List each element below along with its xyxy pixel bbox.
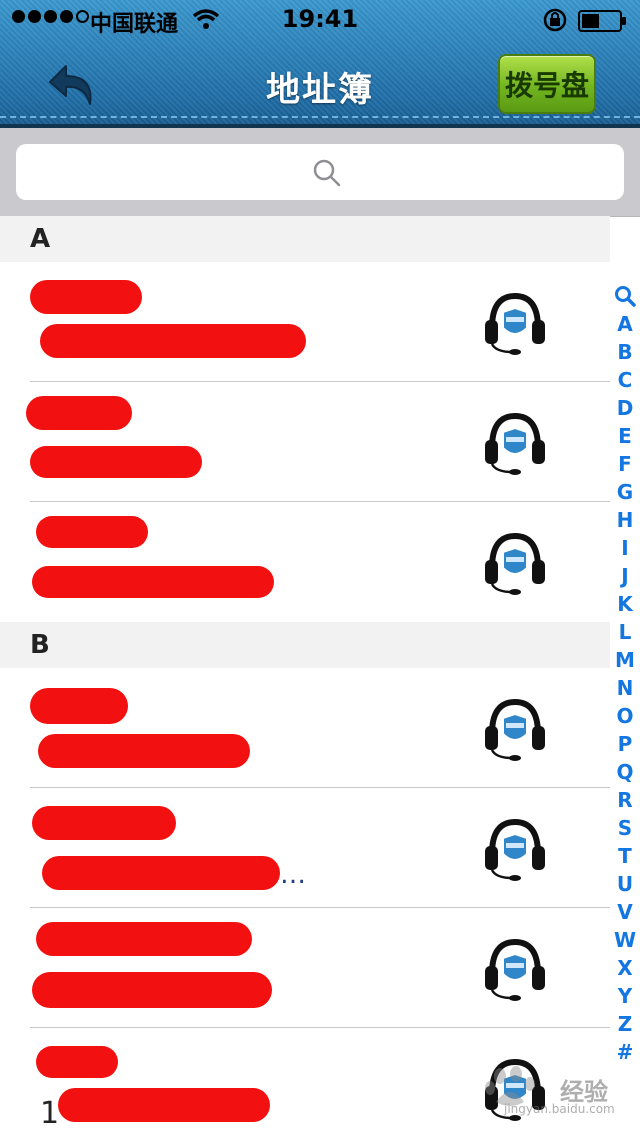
contact-number-prefix: 1 xyxy=(40,1096,60,1131)
alpha-index-item[interactable]: G xyxy=(617,478,633,506)
headset-icon[interactable] xyxy=(482,816,548,882)
redacted-number xyxy=(40,324,306,358)
headset-icon[interactable] xyxy=(482,410,548,476)
redacted-name xyxy=(32,806,176,840)
redacted-name xyxy=(26,396,132,430)
alpha-index-item[interactable]: Z xyxy=(618,1010,633,1038)
alpha-index-item[interactable]: W xyxy=(614,926,636,954)
alpha-index-item[interactable]: P xyxy=(618,730,633,758)
headset-icon[interactable] xyxy=(482,696,548,762)
status-bar: 中国联通 19:41 xyxy=(0,0,640,40)
alpha-index-item[interactable]: Q xyxy=(616,758,633,786)
alpha-index-item[interactable]: H xyxy=(617,506,634,534)
redacted-number xyxy=(30,446,202,478)
watermark-site: jingyan.baidu.com xyxy=(504,1102,615,1116)
redacted-name xyxy=(36,1046,118,1078)
headset-icon[interactable] xyxy=(482,530,548,596)
redacted-number xyxy=(58,1088,270,1122)
alpha-index-item[interactable]: N xyxy=(617,674,634,702)
redacted-name xyxy=(36,516,148,548)
contact-detail-ellipsis: … xyxy=(280,860,306,890)
headset-icon[interactable] xyxy=(482,936,548,1002)
redacted-number xyxy=(32,566,274,598)
alpha-index-item[interactable]: M xyxy=(615,646,635,674)
contact-row[interactable] xyxy=(0,908,610,1028)
contact-row[interactable] xyxy=(0,502,610,622)
alpha-index-item[interactable]: L xyxy=(619,618,632,646)
alpha-index-item[interactable]: E xyxy=(618,422,632,450)
alpha-index-item[interactable]: D xyxy=(617,394,634,422)
alpha-index-item[interactable]: B xyxy=(617,338,632,366)
alpha-index-item[interactable]: F xyxy=(618,450,632,478)
alpha-index-item[interactable]: O xyxy=(616,702,633,730)
alpha-index-item[interactable]: V xyxy=(617,898,632,926)
alpha-index-item[interactable]: A xyxy=(617,310,632,338)
alpha-index-item[interactable]: C xyxy=(618,366,633,394)
contact-row[interactable]: … xyxy=(0,788,610,908)
contact-row[interactable] xyxy=(0,382,610,502)
alpha-index-item[interactable]: K xyxy=(617,590,633,618)
battery-icon xyxy=(578,10,626,32)
search-icon xyxy=(313,159,341,187)
search-bar xyxy=(0,128,640,217)
alpha-index-item[interactable]: I xyxy=(621,534,628,562)
alpha-index-search[interactable] xyxy=(614,282,636,310)
section-header-b: B xyxy=(0,622,610,668)
redacted-name xyxy=(30,688,128,724)
alpha-index-item[interactable]: T xyxy=(618,842,632,870)
headset-icon[interactable] xyxy=(482,290,548,356)
orientation-lock-icon xyxy=(543,8,567,32)
redacted-name xyxy=(30,280,142,314)
navigation-header: 中国联通 19:41 地址簿 拨号盘 xyxy=(0,0,640,128)
section-header-a: A xyxy=(0,216,610,262)
redacted-number xyxy=(32,972,272,1008)
dialpad-button[interactable]: 拨号盘 xyxy=(498,54,596,114)
alpha-index-item[interactable]: Y xyxy=(618,982,632,1010)
alpha-index-item[interactable]: S xyxy=(618,814,632,842)
contact-row[interactable] xyxy=(0,668,610,788)
search-icon xyxy=(615,286,636,307)
alpha-index-item[interactable]: X xyxy=(617,954,632,982)
baidu-jingyan-watermark: 经验 jingyan.baidu.com xyxy=(470,1058,620,1128)
alpha-index-item[interactable]: R xyxy=(617,786,632,814)
alpha-index-item[interactable]: J xyxy=(621,562,628,590)
contact-row[interactable] xyxy=(0,262,610,382)
redacted-name xyxy=(36,922,252,956)
redacted-number xyxy=(38,734,250,768)
redacted-number xyxy=(42,856,280,890)
alpha-index-item[interactable]: U xyxy=(617,870,633,898)
alphabet-index[interactable]: A B C D E F G H I J K L M N O P Q R S T … xyxy=(610,282,640,1066)
search-input[interactable] xyxy=(16,144,624,200)
